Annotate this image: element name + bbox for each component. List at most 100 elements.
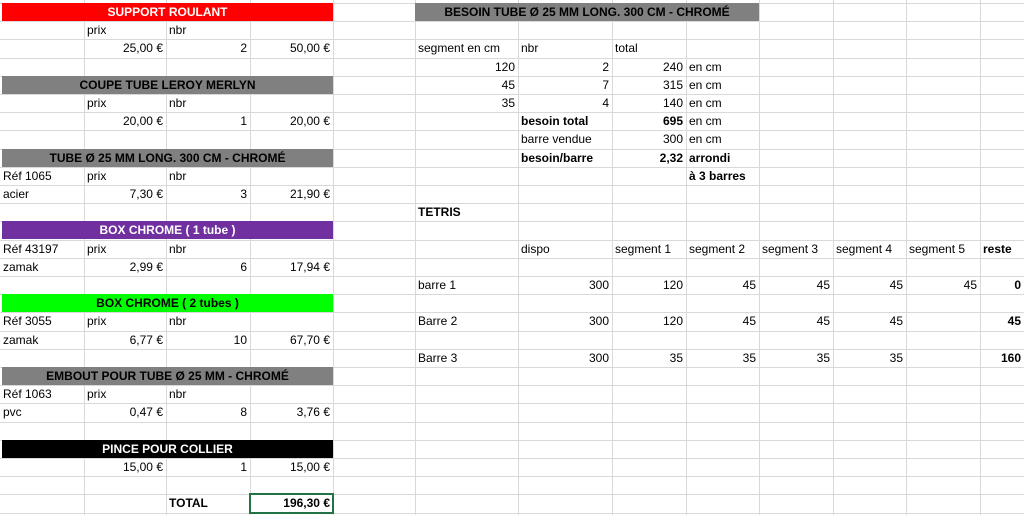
besoin-total-unit[interactable]: en cm: [686, 112, 759, 130]
box2-header-band[interactable]: BOX CHROME ( 2 tubes ): [2, 294, 333, 312]
embout-material[interactable]: pvc: [0, 403, 84, 421]
header-nbr[interactable]: nbr: [166, 94, 250, 112]
support-header-band[interactable]: SUPPORT ROULANT: [2, 3, 333, 21]
tube-total[interactable]: 21,90 €: [250, 185, 333, 203]
tetris-value[interactable]: 45: [686, 312, 759, 330]
box2-prix[interactable]: 6,77 €: [84, 331, 166, 349]
barre-vendue-unit[interactable]: en cm: [686, 130, 759, 148]
tetris-row-label[interactable]: Barre 2: [415, 312, 518, 330]
barres-note[interactable]: à 3 barres: [686, 167, 759, 185]
tetris-value[interactable]: 35: [612, 349, 686, 367]
tube-material[interactable]: acier: [0, 185, 84, 203]
besoin-barre-label[interactable]: besoin/barre: [518, 149, 612, 167]
tube-prix[interactable]: 7,30 €: [84, 185, 166, 203]
box1-ref[interactable]: Réf 43197: [0, 240, 84, 258]
tetris-row-label[interactable]: Barre 3: [415, 349, 518, 367]
segment-unit[interactable]: en cm: [686, 94, 759, 112]
besoin-total-label[interactable]: besoin total: [518, 112, 612, 130]
tetris-value[interactable]: 0: [980, 276, 1024, 294]
tetris-value[interactable]: 35: [686, 349, 759, 367]
tetris-title[interactable]: TETRIS: [415, 203, 518, 221]
box1-total[interactable]: 17,94 €: [250, 258, 333, 276]
tetris-value[interactable]: 35: [833, 349, 906, 367]
header-nbr[interactable]: nbr: [166, 21, 250, 39]
support-nbr[interactable]: 2: [166, 39, 250, 57]
box1-material[interactable]: zamak: [0, 258, 84, 276]
box1-nbr[interactable]: 6: [166, 258, 250, 276]
tetris-value[interactable]: 45: [759, 276, 833, 294]
embout-nbr[interactable]: 8: [166, 403, 250, 421]
tetris-value[interactable]: 45: [686, 276, 759, 294]
segment-total[interactable]: 140: [612, 94, 686, 112]
pince-header-band[interactable]: PINCE POUR COLLIER: [2, 440, 333, 458]
barre-vendue-value[interactable]: 300: [612, 130, 686, 148]
total-label[interactable]: TOTAL: [166, 494, 250, 512]
segment-total[interactable]: 240: [612, 58, 686, 76]
coupe-header-band[interactable]: COUPE TUBE LEROY MERLYN: [2, 76, 333, 94]
tetris-value[interactable]: 45: [833, 276, 906, 294]
tetris-value[interactable]: 120: [612, 312, 686, 330]
segment-length[interactable]: 120: [415, 58, 518, 76]
pince-total[interactable]: 15,00 €: [250, 458, 333, 476]
header-prix[interactable]: prix: [84, 312, 166, 330]
tetris-header[interactable]: segment 1: [612, 240, 686, 258]
header-prix[interactable]: prix: [84, 240, 166, 258]
tetris-value[interactable]: 45: [759, 312, 833, 330]
tetris-header[interactable]: segment 3: [759, 240, 833, 258]
pince-nbr[interactable]: 1: [166, 458, 250, 476]
embout-prix[interactable]: 0,47 €: [84, 403, 166, 421]
header-nbr[interactable]: nbr: [166, 167, 250, 185]
tetris-value[interactable]: 45: [833, 312, 906, 330]
tetris-value[interactable]: [906, 312, 980, 330]
header-nbr[interactable]: nbr: [166, 385, 250, 403]
header-prix[interactable]: prix: [84, 21, 166, 39]
besoin-barre-value[interactable]: 2,32: [612, 149, 686, 167]
embout-total[interactable]: 3,76 €: [250, 403, 333, 421]
header-nbr[interactable]: nbr: [166, 240, 250, 258]
support-prix[interactable]: 25,00 €: [84, 39, 166, 57]
support-total[interactable]: 50,00 €: [250, 39, 333, 57]
tetris-value[interactable]: 300: [518, 349, 612, 367]
header-total[interactable]: total: [612, 39, 686, 57]
header-nbr[interactable]: nbr: [166, 312, 250, 330]
tetris-value[interactable]: 300: [518, 312, 612, 330]
tetris-row-label[interactable]: barre 1: [415, 276, 518, 294]
coupe-total[interactable]: 20,00 €: [250, 112, 333, 130]
tetris-value[interactable]: [906, 349, 980, 367]
tetris-value[interactable]: 300: [518, 276, 612, 294]
tetris-header[interactable]: segment 4: [833, 240, 906, 258]
box2-material[interactable]: zamak: [0, 331, 84, 349]
coupe-nbr[interactable]: 1: [166, 112, 250, 130]
embout-header-band[interactable]: EMBOUT POUR TUBE Ø 25 MM - CHROMÉ: [2, 367, 333, 385]
segment-count[interactable]: 7: [518, 76, 612, 94]
header-prix[interactable]: prix: [84, 385, 166, 403]
tetris-value[interactable]: 45: [980, 312, 1024, 330]
barre-vendue-label[interactable]: barre vendue: [518, 130, 612, 148]
segment-unit[interactable]: en cm: [686, 58, 759, 76]
header-prix[interactable]: prix: [84, 94, 166, 112]
tube-nbr[interactable]: 3: [166, 185, 250, 203]
segment-length[interactable]: 35: [415, 94, 518, 112]
tetris-value[interactable]: 160: [980, 349, 1024, 367]
segment-count[interactable]: 4: [518, 94, 612, 112]
segment-unit[interactable]: en cm: [686, 76, 759, 94]
embout-ref[interactable]: Réf 1063: [0, 385, 84, 403]
segment-length[interactable]: 45: [415, 76, 518, 94]
header-prix[interactable]: prix: [84, 167, 166, 185]
tetris-header[interactable]: segment 5: [906, 240, 980, 258]
tetris-header[interactable]: dispo: [518, 240, 612, 258]
header-segment[interactable]: segment en cm: [415, 39, 518, 57]
besoin-total-value[interactable]: 695: [612, 112, 686, 130]
coupe-prix[interactable]: 20,00 €: [84, 112, 166, 130]
tetris-value[interactable]: 35: [759, 349, 833, 367]
besoin-header-band[interactable]: BESOIN TUBE Ø 25 MM LONG. 300 CM - CHROM…: [415, 3, 759, 21]
box1-header-band[interactable]: BOX CHROME ( 1 tube ): [2, 221, 333, 239]
segment-total[interactable]: 315: [612, 76, 686, 94]
box1-prix[interactable]: 2,99 €: [84, 258, 166, 276]
tetris-header[interactable]: reste: [980, 240, 1024, 258]
segment-count[interactable]: 2: [518, 58, 612, 76]
header-nbr[interactable]: nbr: [518, 39, 612, 57]
box2-ref[interactable]: Réf 3055: [0, 312, 84, 330]
tube-header-band[interactable]: TUBE Ø 25 MM LONG. 300 CM - CHROMÉ: [2, 149, 333, 167]
tetris-value[interactable]: 45: [906, 276, 980, 294]
